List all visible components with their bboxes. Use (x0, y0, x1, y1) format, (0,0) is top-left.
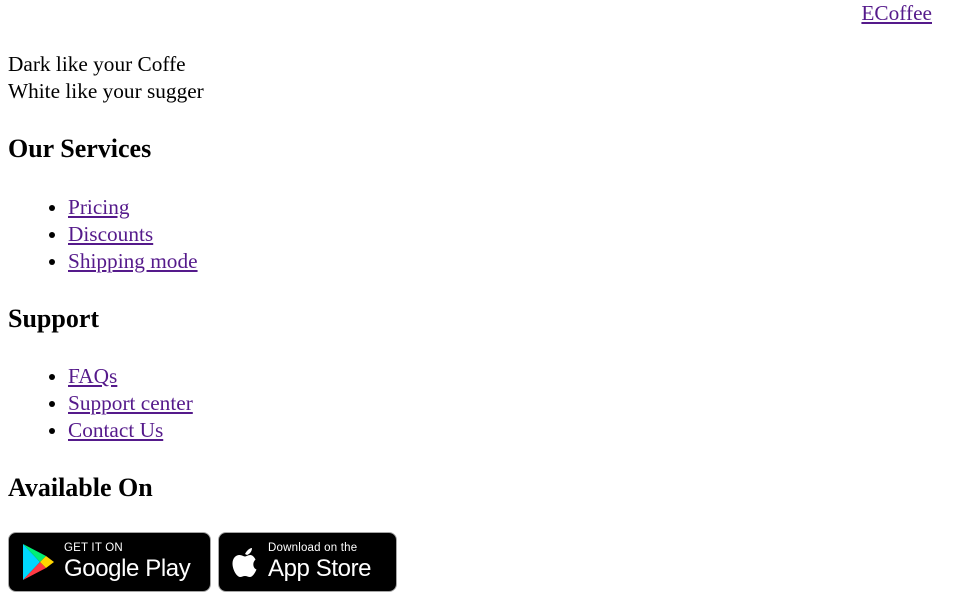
apple-icon (231, 545, 259, 579)
services-list: Pricing Discounts Shipping mode (8, 194, 198, 275)
support-list: FAQs Support center Contact Us (8, 363, 193, 444)
google-play-big-label: Google Play (64, 555, 191, 583)
tagline-line-2: White like your sugger (8, 79, 204, 103)
list-item: FAQs (68, 363, 193, 390)
app-store-big-label: App Store (268, 555, 372, 583)
contact-us-link[interactable]: Contact Us (68, 418, 163, 442)
list-item: Discounts (68, 221, 198, 248)
pricing-link[interactable]: Pricing (68, 195, 130, 219)
store-badges: GET IT ON Google Play Download on the Ap… (8, 532, 397, 592)
available-on-heading: Available On (8, 473, 153, 502)
tagline: Dark like your Coffe White like your sug… (8, 51, 204, 105)
support-heading: Support (8, 304, 100, 333)
app-store-small-label: Download on the (268, 541, 358, 554)
services-heading: Our Services (8, 134, 152, 163)
google-play-icon (21, 543, 55, 581)
app-store-text: Download on the App Store (268, 541, 372, 583)
list-item: Support center (68, 390, 193, 417)
list-item: Pricing (68, 194, 198, 221)
discounts-link[interactable]: Discounts (68, 222, 153, 246)
list-item: Contact Us (68, 417, 193, 444)
faqs-link[interactable]: FAQs (68, 364, 117, 388)
tagline-line-1: Dark like your Coffe (8, 52, 186, 76)
shipping-mode-link[interactable]: Shipping mode (68, 249, 198, 273)
support-center-link[interactable]: Support center (68, 391, 193, 415)
google-play-small-label: GET IT ON (64, 541, 123, 554)
list-item: Shipping mode (68, 248, 198, 275)
app-store-badge[interactable]: Download on the App Store (218, 532, 397, 592)
google-play-text: GET IT ON Google Play (64, 541, 191, 583)
brand-link[interactable]: ECoffee (861, 1, 932, 26)
google-play-badge[interactable]: GET IT ON Google Play (8, 532, 211, 592)
